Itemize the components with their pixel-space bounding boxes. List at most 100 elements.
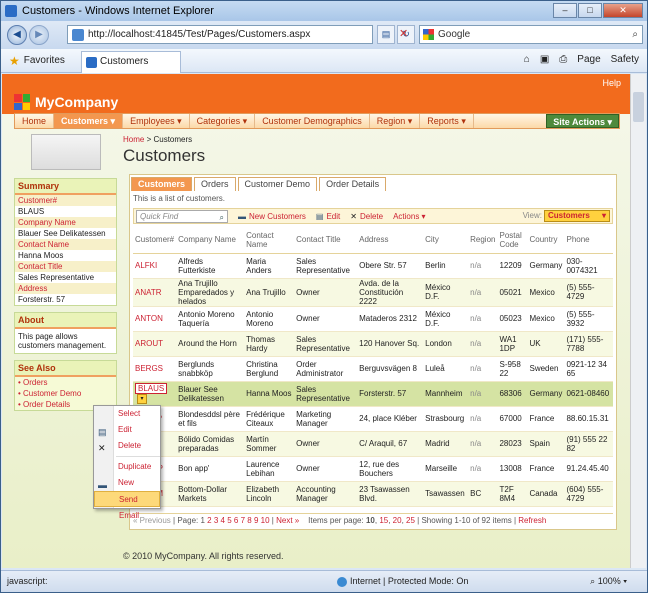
table-row[interactable]: ALFKI Alfreds Futterkiste Maria Anders Sale…	[133, 253, 613, 279]
pager-page-5[interactable]: 5	[227, 516, 231, 525]
ctx-select[interactable]: Select	[94, 406, 160, 422]
menu-customers[interactable]: Customers ▾	[54, 114, 124, 128]
close-button[interactable]: ✕	[603, 3, 643, 18]
pager-page-7[interactable]: 7	[241, 516, 245, 525]
col-contact-title[interactable]: Contact Title	[294, 227, 358, 254]
delete-button[interactable]: ✕ Delete	[350, 212, 383, 221]
pager-page-9[interactable]: 9	[254, 516, 258, 525]
row-menu-icon[interactable]: ▾	[137, 394, 147, 404]
table-row[interactable]: ANTON Antonio Moreno Taquería Antonio More…	[133, 306, 613, 332]
page-menu[interactable]: Page	[577, 54, 600, 65]
ctx-send-email[interactable]: Send Email	[94, 491, 160, 520]
see-also-link-customer-demo[interactable]: • Customer Demo	[15, 388, 116, 399]
ctx-delete[interactable]: ✕ Delete	[94, 438, 160, 454]
table-row[interactable]: BOLIDBólido Comidas preparadasMartín Som…	[133, 431, 613, 457]
col-region[interactable]: Region	[468, 227, 498, 254]
cell: Sales Representative	[294, 331, 358, 357]
pager-next[interactable]: Next »	[276, 516, 299, 525]
delete-icon: ✕	[98, 443, 106, 453]
ctx-edit[interactable]: ▤ Edit	[94, 422, 160, 438]
page-size-25[interactable]: 25	[406, 516, 415, 525]
table-row[interactable]: AROUT Around the Horn Thomas Hardy Sales Re…	[133, 331, 613, 357]
cell-customer-id[interactable]: ANATR	[133, 278, 177, 307]
browser-tab[interactable]: Customers	[81, 51, 181, 73]
table-row[interactable]: BOTTMBottom-Dollar MarketsElizabeth Linc…	[133, 481, 613, 507]
menu-customer-demographics[interactable]: Customer Demographics	[255, 114, 370, 128]
pager-page-3[interactable]: 3	[214, 516, 218, 525]
pager-page-6[interactable]: 6	[234, 516, 238, 525]
view-select[interactable]: Customers ▾	[544, 210, 610, 222]
google-icon	[423, 29, 434, 40]
table-row[interactable]: BLONPBlondesddsl père et filsFrédérique …	[133, 406, 613, 432]
stop-icon[interactable]: ✕	[399, 27, 408, 40]
safety-menu[interactable]: Safety	[611, 54, 639, 65]
col-phone[interactable]: Phone	[564, 227, 613, 254]
search-icon[interactable]: ⌕	[632, 26, 638, 43]
forward-icon[interactable]: ▶	[29, 25, 49, 45]
favorites-button[interactable]: ★ Favorites	[9, 54, 65, 68]
edit-button[interactable]: ▤ Edit	[316, 212, 340, 221]
col-contact-name[interactable]: Contact Name	[244, 227, 295, 254]
col-country[interactable]: Country	[527, 227, 565, 254]
ctx-new[interactable]: ▬ New	[94, 475, 160, 491]
back-icon[interactable]: ◀	[7, 25, 27, 45]
home-icon[interactable]: ⌂	[524, 54, 530, 65]
menu-reports[interactable]: Reports ▾	[420, 114, 474, 128]
summary-panel: Summary Customer# BLAUS Company Name Bla…	[14, 178, 117, 306]
site-actions-button[interactable]: Site Actions ▾	[546, 114, 619, 128]
col-customer-id[interactable]: Customer#	[133, 227, 177, 254]
cell: Christina Berglund	[244, 356, 295, 382]
col-company-name[interactable]: Company Name	[176, 227, 245, 254]
maximize-button[interactable]: □	[578, 3, 602, 18]
compat-icon[interactable]: ▤	[377, 25, 395, 44]
menu-region[interactable]: Region ▾	[370, 114, 421, 128]
print-icon[interactable]: ⎙	[559, 54, 567, 65]
table-row[interactable]: BERGS Berglunds snabbköp Christina Berglun…	[133, 356, 613, 382]
pager-page-10[interactable]: 10	[261, 516, 270, 525]
col-address[interactable]: Address	[357, 227, 424, 254]
search-input[interactable]: Google ⌕	[419, 25, 643, 44]
table-row[interactable]: BONAPBon app'Laurence LebihanOwner12, ru…	[133, 456, 613, 482]
see-also-link-orders[interactable]: • Orders	[15, 377, 116, 388]
breadcrumb-home[interactable]: Home	[123, 135, 144, 144]
menu-home[interactable]: Home	[15, 114, 55, 128]
pager-page-4[interactable]: 4	[221, 516, 225, 525]
zoom-level[interactable]: ⌕ 100% ▾	[590, 571, 627, 591]
tab-customers[interactable]: Customers	[131, 177, 193, 191]
col-city[interactable]: City	[423, 227, 469, 254]
ctx-duplicate[interactable]: Duplicate	[94, 459, 160, 475]
tab-order-details[interactable]: Order Details	[319, 177, 387, 191]
cell-customer-id[interactable]: BLAUS▾	[133, 381, 177, 407]
refresh-link[interactable]: Refresh	[518, 516, 546, 525]
page-size-10[interactable]: 10	[366, 516, 375, 525]
pager-page-2[interactable]: 2	[207, 516, 211, 525]
cell-customer-id[interactable]: AROUT	[133, 331, 177, 357]
feeds-icon[interactable]: ▣	[540, 54, 549, 65]
table-row-selected[interactable]: BLAUS▾ Blauer See Delikatessen Hanna Moos S…	[133, 381, 613, 407]
security-zone[interactable]: Internet | Protected Mode: On	[337, 571, 468, 591]
page-size-20[interactable]: 20	[393, 516, 402, 525]
col-postal-code[interactable]: Postal Code	[497, 227, 528, 254]
help-link[interactable]: Help	[602, 78, 621, 88]
minimize-button[interactable]: –	[553, 3, 577, 18]
url-input[interactable]: http://localhost:41845/Test/Pages/Custom…	[67, 25, 373, 44]
table-row[interactable]: ANATR Ana Trujillo Emparedados y helados A…	[133, 278, 613, 307]
quick-find-input[interactable]: Quick Find ⌕	[136, 209, 228, 223]
cell: 05023	[497, 306, 528, 332]
summary-title: Summary	[15, 179, 116, 195]
pager-page-1[interactable]: 1	[200, 516, 204, 525]
menu-categories[interactable]: Categories ▾	[190, 114, 256, 128]
search-icon[interactable]: ⌕	[220, 212, 224, 223]
vertical-scrollbar[interactable]	[630, 74, 646, 568]
actions-menu[interactable]: Actions ▾	[393, 212, 425, 221]
pager-page-8[interactable]: 8	[247, 516, 251, 525]
new-customers-button[interactable]: ▬ New Customers	[238, 212, 306, 221]
cell: (171) 555-7788	[564, 331, 613, 357]
cell-customer-id[interactable]: ALFKI	[133, 253, 177, 279]
page-size-15[interactable]: 15	[379, 516, 388, 525]
tab-customer-demo[interactable]: Customer Demo	[237, 177, 318, 191]
cell-customer-id[interactable]: ANTON	[133, 306, 177, 332]
menu-employees[interactable]: Employees ▾	[123, 114, 190, 128]
cell-customer-id[interactable]: BERGS	[133, 356, 177, 382]
tab-orders[interactable]: Orders	[194, 177, 236, 191]
